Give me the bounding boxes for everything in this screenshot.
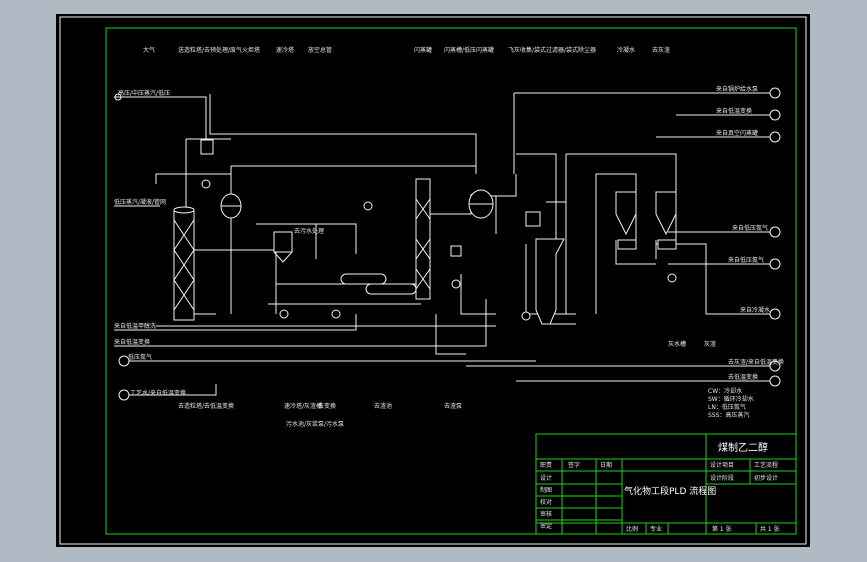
- left-label: 低压蒸汽/凝液/管网: [114, 198, 166, 206]
- mid-label: 灰渣: [704, 340, 716, 348]
- heat-exchanger: [365, 283, 417, 295]
- left-label: 高压/中压蒸汽/低压: [118, 89, 170, 97]
- left-label: 来自低温甲醇洗: [114, 322, 156, 330]
- legend-item: CW：冷却水: [708, 387, 742, 395]
- mid-label: 去渣池: [374, 402, 392, 410]
- pump: [667, 273, 677, 283]
- rotary-valve: [617, 239, 637, 250]
- top-label: 冷凝水: [617, 46, 635, 54]
- top-label: 大气: [143, 46, 155, 54]
- col-label: 签字: [568, 461, 580, 469]
- feed-hopper: [525, 211, 541, 227]
- row-label: 设计: [540, 474, 552, 482]
- sheet-border: [59, 16, 807, 545]
- top-labels: 大气 送造粒塔/去预处理/废气火炬塔 速冷塔 放空总管 闪蒸罐 闪蒸槽/低压闪蒸…: [143, 46, 670, 54]
- top-label: 放空总管: [308, 46, 332, 54]
- pump: [279, 309, 289, 319]
- stripper-column: [415, 178, 431, 300]
- filter-silo: [655, 191, 677, 236]
- col-label: 日期: [600, 461, 612, 469]
- right-label: 来自真空闪蒸罐: [716, 129, 758, 137]
- row-label: 校对: [540, 498, 552, 506]
- heat-exchanger: [340, 273, 387, 285]
- middle-labels: 去污水处理 灰水槽 灰渣 去渣池: [294, 227, 716, 410]
- left-label: 工艺水/来自低温变换: [130, 389, 186, 397]
- drawing-sheet: 大气 送造粒塔/去预处理/废气火炬塔 速冷塔 放空总管 闪蒸罐 闪蒸槽/低压闪蒸…: [56, 14, 810, 547]
- legend-item: SW：循环冷却水: [708, 395, 754, 403]
- design-stage-label: 设计阶段: [710, 474, 734, 482]
- discipline-label: 专业: [650, 525, 662, 533]
- scale-label: 比例: [626, 525, 638, 533]
- mid-label: 灰水槽: [668, 340, 686, 348]
- top-label: 飞灰收集/袋式过滤器/袋式除尘器: [508, 46, 596, 54]
- rotary-valve: [657, 239, 677, 250]
- top-label: 闪蒸罐: [414, 46, 432, 54]
- bottom-label: 速冷塔/灰渣槽: [284, 402, 322, 410]
- settler-tank: [273, 231, 293, 253]
- filter-silo: [615, 191, 637, 236]
- right-label: 来自低压氮气: [732, 224, 768, 232]
- legend-item: LN：低压氮气: [708, 403, 746, 411]
- col-label: 职责: [540, 461, 552, 469]
- bottom-label: 去造粒塔/去低温变换: [178, 402, 234, 410]
- pump: [201, 179, 211, 189]
- top-label: 去灰渣: [652, 46, 670, 54]
- right-labels: 来自锅炉给水泵 来自低温变换 来自真空闪蒸罐 来自低压氮气 来自低压氮气 来自冷…: [716, 85, 784, 381]
- top-label: 速冷塔: [276, 46, 294, 54]
- project-name: 煤制乙二醇: [718, 441, 768, 454]
- left-label: 来自低温变换: [114, 338, 150, 346]
- right-label: 来自低温变换: [716, 107, 752, 115]
- top-label: 送造粒塔/去预处理/废气火炬塔: [178, 46, 260, 54]
- legend-item: SSS：高压蒸汽: [708, 411, 749, 419]
- instrument-box: [450, 245, 462, 257]
- right-label: 来自锅炉给水泵: [716, 85, 758, 93]
- pump: [363, 201, 373, 211]
- right-label: 去低温变换: [728, 373, 758, 381]
- drawing-title: 气化物工段PLD 流程图: [624, 485, 716, 497]
- bottom-label: 去变换: [318, 402, 336, 410]
- mid-label: 去污水处理: [294, 227, 324, 235]
- sheet-number: 第 1 张: [712, 525, 732, 533]
- process-flow-diagram: 大气 送造粒塔/去预处理/废气火炬塔 速冷塔 放空总管 闪蒸罐 闪蒸槽/低压闪蒸…: [59, 16, 807, 545]
- pump: [331, 309, 341, 319]
- design-item-label: 设计项目: [710, 461, 734, 469]
- top-label: 闪蒸槽/低压闪蒸罐: [444, 46, 494, 54]
- right-label: 去灰渣/来自低温变换: [728, 358, 784, 366]
- row-label: 制图: [540, 486, 552, 494]
- design-item-value: 工艺流程: [754, 461, 778, 469]
- left-label: 低压氮气: [128, 353, 152, 361]
- title-block: 煤制乙二醇 职责 签字 日期 设计 制图 校对 审核 审定 气化物工段PLD 流…: [535, 433, 797, 535]
- bottom-label: 去渣泵: [444, 402, 462, 410]
- row-label: 审核: [540, 510, 552, 518]
- right-label: 来自冷凝水: [740, 306, 770, 314]
- design-stage-value: 初步设计: [754, 474, 778, 482]
- right-label: 来自低压氮气: [728, 256, 764, 264]
- pump: [451, 279, 461, 289]
- bottom-labels: 去造粒塔/去低温变换 速冷塔/灰渣槽 去变换 去渣泵 污水池/灰浆泵/污水泵: [178, 402, 462, 428]
- vent-drum: [200, 139, 214, 155]
- bottom-label: 污水池/灰浆泵/污水泵: [286, 420, 344, 428]
- pump: [521, 311, 531, 321]
- legend: CW：冷却水 SW：循环冷却水 LN：低压氮气 SSS：高压蒸汽: [708, 387, 754, 419]
- gasifier: [535, 238, 565, 325]
- total-sheets: 共 1 张: [760, 525, 780, 533]
- equipment: [173, 139, 677, 325]
- row-label: 审定: [540, 522, 552, 530]
